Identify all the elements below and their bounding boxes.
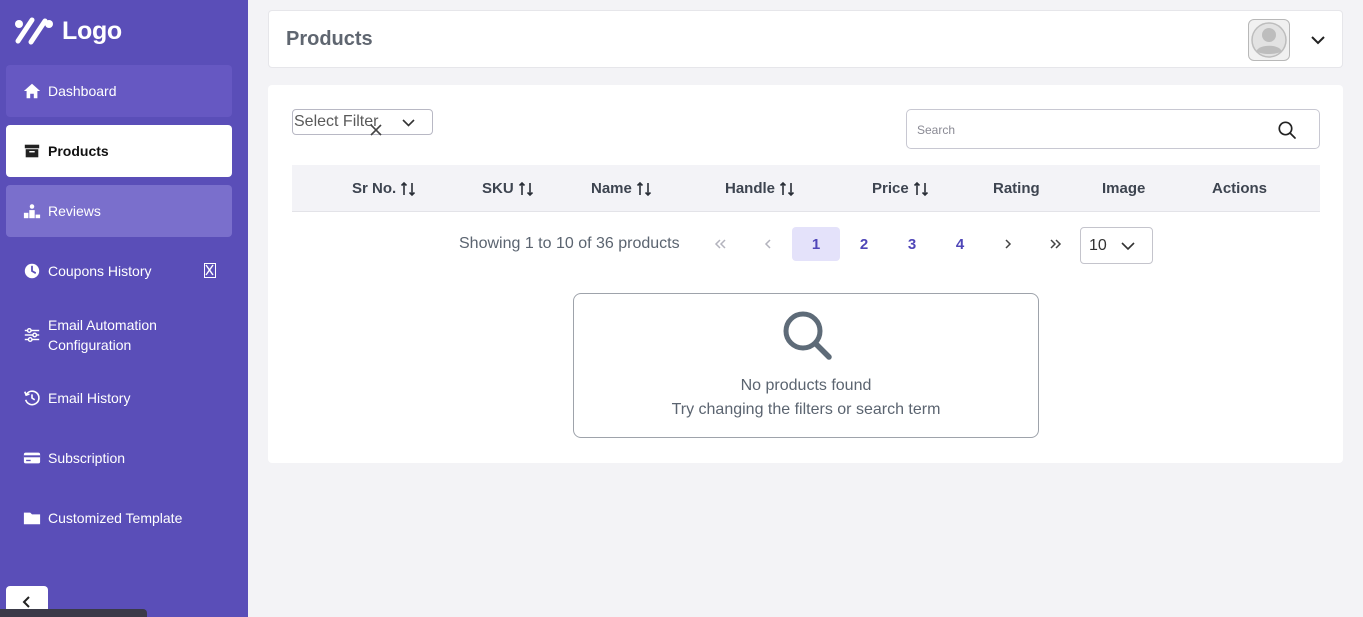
- last-page-button[interactable]: [1032, 227, 1080, 261]
- column-header-image: Image: [1102, 180, 1145, 197]
- chevron-right-icon: [1005, 239, 1012, 249]
- sidebar-item-label: Reviews: [48, 203, 101, 219]
- next-page-button[interactable]: [984, 227, 1032, 261]
- clock-icon: [22, 261, 42, 281]
- table-header: Sr No. SKU Name Handle Price Rating Imag…: [292, 165, 1320, 212]
- history-icon: [22, 388, 42, 408]
- chevrons-right-icon: [1050, 239, 1062, 249]
- logo-icon: [15, 17, 53, 45]
- sidebar-item-products[interactable]: Products: [6, 125, 232, 177]
- sidebar-item-label: Dashboard: [48, 83, 117, 99]
- empty-state: No products found Try changing the filte…: [573, 293, 1039, 438]
- column-label: Handle: [725, 180, 776, 197]
- chevrons-left-icon: [714, 239, 726, 249]
- page-header: Products: [268, 10, 1343, 68]
- per-page-value: 10: [1089, 237, 1107, 254]
- pagination-summary: Showing 1 to 10 of 36 products: [459, 235, 680, 252]
- page-button-1[interactable]: 1: [792, 227, 840, 261]
- browser-status-bar: [0, 609, 147, 617]
- chevron-left-icon: [22, 595, 30, 608]
- search-icon: [783, 311, 832, 360]
- chevron-down-icon: [402, 119, 415, 127]
- search-icon[interactable]: [1277, 120, 1297, 140]
- column-header-sku[interactable]: SKU: [482, 180, 534, 197]
- filter-select[interactable]: Select Filter: [292, 109, 433, 137]
- page-button-2[interactable]: 2: [840, 227, 888, 261]
- column-header-sr-no[interactable]: Sr No.: [352, 180, 416, 197]
- folder-icon: [22, 508, 42, 528]
- products-card: Select Filter Sr No. SKU Name Handle Pri…: [268, 85, 1343, 463]
- sidebar-item-label: Products: [48, 143, 109, 159]
- pagination: Showing 1 to 10 of 36 products 1 2 3 4 1…: [268, 227, 1343, 264]
- sidebar-item-email-automation-configuration[interactable]: Email Automation Configuration: [6, 310, 232, 360]
- sidebar-item-label: Email Automation Configuration: [48, 317, 157, 353]
- sidebar-item-label: Coupons History: [48, 263, 152, 279]
- avatar[interactable]: [1248, 19, 1290, 61]
- archive-icon: [22, 141, 42, 161]
- clear-icon[interactable]: [369, 123, 383, 137]
- prev-page-button[interactable]: [744, 227, 792, 261]
- sidebar-item-label: Customized Template: [48, 510, 183, 526]
- sort-icon[interactable]: [779, 181, 795, 197]
- column-label: SKU: [482, 180, 514, 197]
- column-label: Rating: [993, 180, 1040, 197]
- user-icon: [1251, 22, 1287, 58]
- page-button-3[interactable]: 3: [888, 227, 936, 261]
- column-header-rating: Rating: [993, 180, 1040, 197]
- column-header-price[interactable]: Price: [872, 180, 929, 197]
- chevron-left-icon: [764, 239, 771, 249]
- sidebar: Logo Dashboard Products Reviews Coupons …: [0, 0, 248, 617]
- column-header-actions: Actions: [1212, 180, 1267, 197]
- search-input[interactable]: [917, 120, 1257, 140]
- sidebar-item-label: Subscription: [48, 450, 126, 466]
- sidebar-item-dashboard[interactable]: Dashboard: [6, 65, 232, 117]
- column-label: Sr No.: [352, 180, 397, 197]
- page-title: Products: [286, 28, 373, 50]
- chevron-down-icon[interactable]: [1309, 31, 1327, 49]
- column-label: Name: [591, 180, 632, 197]
- podium-icon: [22, 201, 42, 221]
- sidebar-item-email-history[interactable]: Email History: [6, 372, 232, 424]
- card-icon: [22, 448, 42, 468]
- sort-icon[interactable]: [636, 181, 652, 197]
- sidebar-item-reviews[interactable]: Reviews: [6, 185, 232, 237]
- column-label: Image: [1102, 180, 1146, 197]
- filter-placeholder: Select Filter: [294, 113, 379, 130]
- empty-state-title: No products found: [740, 377, 872, 394]
- sort-icon[interactable]: [400, 181, 416, 197]
- logo-text: Logo: [62, 16, 122, 45]
- page-button-4[interactable]: 4: [936, 227, 984, 261]
- first-page-button[interactable]: [696, 227, 744, 261]
- column-label: Price: [872, 180, 909, 197]
- sliders-icon: [22, 325, 42, 345]
- empty-state-subtitle: Try changing the filters or search term: [671, 401, 941, 418]
- sort-icon[interactable]: [913, 181, 929, 197]
- column-header-name[interactable]: Name: [591, 180, 652, 197]
- column-label: Actions: [1212, 180, 1268, 197]
- chevron-down-icon: [1121, 242, 1135, 251]
- logo[interactable]: Logo: [14, 16, 122, 46]
- sort-icon[interactable]: [518, 181, 534, 197]
- per-page-select[interactable]: 10: [1080, 227, 1153, 264]
- sidebar-item-customized-template[interactable]: Customized Template: [6, 492, 232, 544]
- search-box: [906, 109, 1320, 149]
- column-header-handle[interactable]: Handle: [725, 180, 795, 197]
- hourglass-icon: [204, 263, 216, 278]
- sidebar-item-coupons-history[interactable]: Coupons History: [6, 245, 232, 297]
- sidebar-item-label: Email History: [48, 390, 131, 406]
- home-icon: [22, 81, 42, 101]
- sidebar-item-subscription[interactable]: Subscription: [6, 432, 232, 484]
